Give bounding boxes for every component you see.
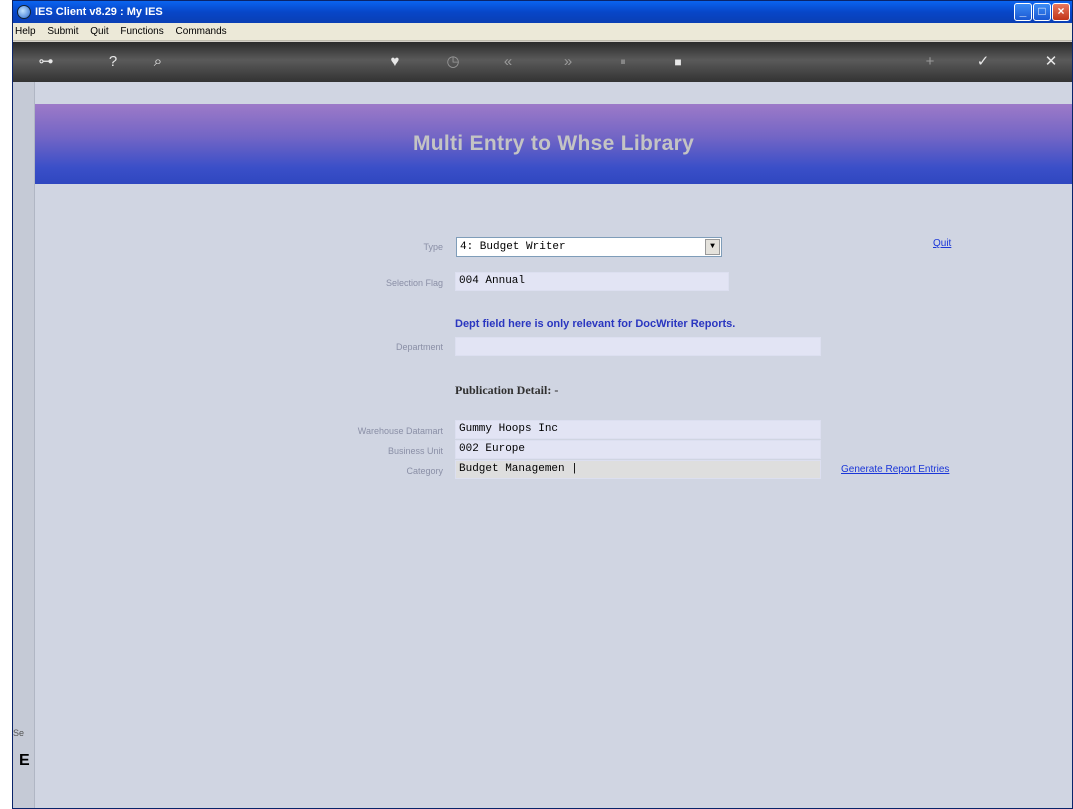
- close-icon[interactable]: ✕: [1041, 51, 1061, 73]
- plus-icon[interactable]: +: [920, 51, 940, 73]
- clock-icon[interactable]: ◷: [443, 51, 463, 73]
- menu-quit[interactable]: Quit: [90, 26, 108, 37]
- main-panel: Multi Entry to Whse Library Type 4: Budg…: [35, 82, 1072, 808]
- close-window-button[interactable]: ×: [1052, 3, 1070, 21]
- help-icon[interactable]: ?: [103, 51, 123, 73]
- publication-heading: Publication Detail: -: [455, 383, 559, 397]
- type-label: Type: [423, 242, 443, 252]
- check-icon[interactable]: ✓: [973, 51, 993, 73]
- minimize-button[interactable]: _: [1014, 3, 1032, 21]
- menu-bar: Help Submit Quit Functions Commands: [13, 23, 1072, 41]
- rewind-icon[interactable]: «: [498, 51, 518, 73]
- menu-commands[interactable]: Commands: [176, 26, 227, 37]
- menu-submit[interactable]: Submit: [47, 26, 78, 37]
- maximize-button[interactable]: □: [1033, 3, 1051, 21]
- app-window: IES Client v8.29 : My IES _ □ × Help Sub…: [12, 0, 1073, 809]
- business-unit-label: Business Unit: [387, 446, 443, 456]
- pause-icon[interactable]: ⏸: [613, 51, 633, 73]
- selection-flag-field[interactable]: 004 Annual: [455, 272, 729, 291]
- type-select[interactable]: 4: Budget Writer ▼: [456, 237, 722, 257]
- left-strip: Se E: [13, 82, 35, 808]
- warehouse-label: Warehouse Datamart: [357, 426, 443, 436]
- title-bar: IES Client v8.29 : My IES _ □ ×: [13, 1, 1072, 23]
- content-area: Se E Multi Entry to Whse Library Type 4:…: [13, 82, 1072, 808]
- chevron-down-icon[interactable]: ▼: [705, 239, 720, 255]
- business-unit-field[interactable]: 002 Europe: [455, 440, 821, 459]
- quit-link[interactable]: Quit: [933, 238, 951, 249]
- category-label: Category: [406, 466, 443, 476]
- generate-report-entries-link[interactable]: Generate Report Entries: [841, 464, 949, 475]
- forward-icon[interactable]: »: [558, 51, 578, 73]
- department-field[interactable]: [455, 337, 821, 356]
- sidebar-sel-text: Se: [13, 728, 25, 738]
- menu-functions[interactable]: Functions: [120, 26, 163, 37]
- warehouse-field[interactable]: Gummy Hoops Inc: [455, 420, 821, 439]
- window-title: IES Client v8.29 : My IES: [35, 6, 163, 18]
- dept-note: Dept field here is only relevant for Doc…: [455, 318, 736, 330]
- page-banner: Multi Entry to Whse Library: [35, 104, 1072, 184]
- heart-icon[interactable]: ♥: [385, 51, 405, 73]
- app-icon: [17, 5, 31, 19]
- selection-flag-label: Selection Flag: [385, 278, 443, 288]
- category-field[interactable]: Budget Managemen |: [455, 460, 821, 479]
- stop-icon[interactable]: ■: [668, 51, 688, 73]
- department-label: Department: [395, 342, 443, 352]
- page-title: Multi Entry to Whse Library: [412, 132, 695, 155]
- search-icon[interactable]: ⌕: [148, 51, 168, 73]
- toolbar: ⊶ ? ⌕ ♥ ◷ « » ⏸ ■ + ✓ ✕: [13, 42, 1072, 82]
- menu-help[interactable]: Help: [15, 26, 36, 37]
- type-value: 4: Budget Writer: [460, 241, 566, 253]
- sidebar-sel-char: E: [19, 752, 30, 769]
- key-icon[interactable]: ⊶: [31, 51, 61, 73]
